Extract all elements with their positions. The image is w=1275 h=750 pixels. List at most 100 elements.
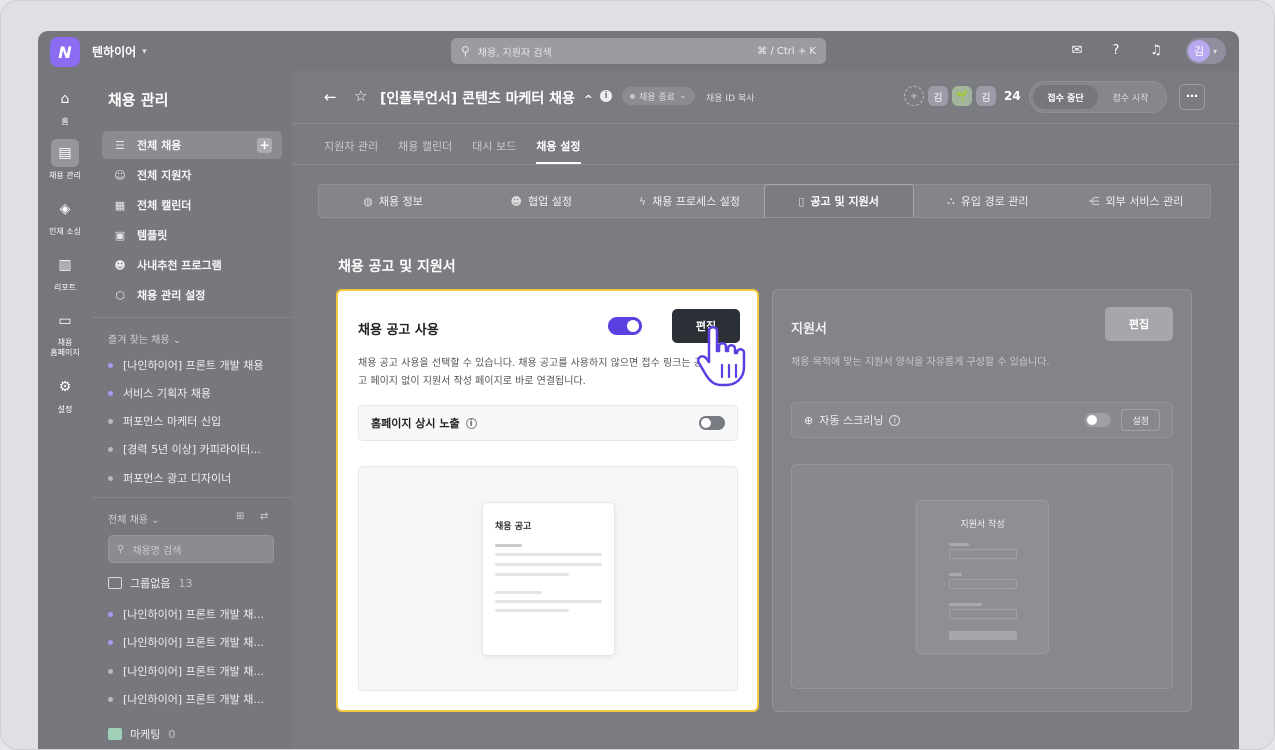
tab-applicants[interactable]: 지원자 관리	[324, 124, 378, 164]
job-label: [나인하이어] 프론트 개발 채...	[123, 636, 264, 649]
hand-pointer-icon	[697, 326, 746, 387]
grid-icon: ▣	[114, 228, 126, 242]
tab-label: 채용 정보	[378, 195, 423, 208]
group-marketing[interactable]: 마케팅 0	[108, 726, 175, 742]
auto-screening-toggle[interactable]	[1085, 413, 1112, 427]
rail-item-homepage[interactable]: ▭ 채용 홈페이지	[38, 307, 92, 358]
settings-tabs: ◍ 채용 정보 ☻ 협업 설정 ϟ 채용 프로세스 설정 ▯ 공고 및 지원서 …	[318, 184, 1211, 218]
settings-tab-collab[interactable]: ☻ 협업 설정	[467, 185, 615, 217]
share-icon: ⋲	[1088, 194, 1100, 208]
rail-item-settings[interactable]: ⚙ 설정	[38, 373, 92, 415]
copy-id-link[interactable]: 채용 ID 복사	[706, 91, 754, 104]
users-icon: ☻	[510, 194, 522, 208]
settings-tab-process[interactable]: ϟ 채용 프로세스 설정	[615, 185, 763, 217]
job-title[interactable]: [인플루언서] 콘텐츠 마케터 채용 ^	[380, 88, 593, 108]
rail-item-sourcing[interactable]: ◈ 인재 소싱	[38, 195, 92, 237]
rail-label: 설정	[57, 405, 73, 414]
sidebar-item-all-applicants[interactable]: ☺ 전체 지원자	[102, 161, 282, 189]
auto-screening-row: ⊕ 자동 스크리닝 i 설정	[791, 402, 1173, 438]
divider	[92, 497, 292, 498]
tab-dashboard[interactable]: 대시 보드	[472, 124, 516, 164]
add-member-icon[interactable]: +	[904, 86, 924, 106]
group-job-item[interactable]: [나인하이어] 프론트 개발 채...	[108, 691, 283, 707]
job-search-input[interactable]: ⚲ 채용명 검색	[108, 535, 274, 563]
group-label: 마케팅	[130, 728, 161, 741]
info-icon[interactable]: i	[889, 414, 901, 426]
global-search[interactable]: ⚲ 채용, 지원자 검색 ⌘ / Ctrl + K	[451, 38, 826, 64]
status-dot	[108, 390, 113, 396]
start-reception-button[interactable]: 접수 시작	[1098, 85, 1163, 109]
tab-calendar[interactable]: 채용 캘린더	[398, 124, 452, 164]
favorite-item[interactable]: 퍼포먼스 광고 디자이너	[108, 470, 283, 486]
sidebar-item-calendar[interactable]: ▦ 전체 캘린더	[102, 191, 282, 219]
group-job-item[interactable]: [나인하이어] 프론트 개발 채...	[108, 634, 283, 650]
text-line	[495, 609, 569, 612]
favorite-item[interactable]: 서비스 기획자 채용	[108, 385, 283, 401]
app-logo[interactable]: N	[50, 37, 80, 67]
settings-tab-external[interactable]: ⋲ 외부 서비스 관리	[1062, 185, 1210, 217]
rail-item-home[interactable]: ⌂ 홈	[38, 85, 92, 127]
stop-reception-button[interactable]: 접수 중단	[1033, 85, 1098, 109]
info-icon[interactable]: i	[465, 417, 477, 429]
settings-tab-posting[interactable]: ▯ 공고 및 지원서	[763, 184, 914, 217]
sidebar-item-label: 전체 채용	[137, 139, 182, 152]
settings-tab-info[interactable]: ◍ 채용 정보	[319, 185, 467, 217]
screening-settings-button[interactable]: 설정	[1121, 409, 1160, 431]
settings-tab-source[interactable]: ⛬ 유입 경로 관리	[914, 185, 1062, 217]
star-icon[interactable]: ☆	[354, 87, 367, 105]
top-bar: N 텐하이어 ▾ ⚲ 채용, 지원자 검색 ⌘ / Ctrl + K ✉ ? ♫…	[38, 31, 1239, 71]
status-dot	[108, 639, 113, 645]
list-icon: ☰	[115, 138, 125, 152]
rail-item-report[interactable]: ▥ 리포트	[38, 251, 92, 293]
chat-icon[interactable]: ✉	[1068, 42, 1086, 60]
help-icon[interactable]: ?	[1107, 42, 1125, 60]
member-avatar: 김	[976, 86, 996, 106]
sidebar-item-job-settings[interactable]: ⬡ 채용 관리 설정	[102, 281, 282, 309]
group-job-item[interactable]: [나인하이어] 프론트 개발 채...	[108, 663, 283, 679]
status-dot	[108, 696, 113, 702]
status-badge[interactable]: 채용 종료 ⌄	[622, 87, 695, 105]
status-dot	[108, 475, 113, 481]
sidebar-item-all-jobs[interactable]: ☰ 전체 채용 +	[102, 131, 282, 159]
reception-toggle: 접수 중단 접수 시작	[1029, 81, 1167, 113]
bell-icon[interactable]: ♫	[1147, 42, 1165, 60]
preview-title: 채용 공고	[495, 522, 532, 532]
group-job-item[interactable]: [나인하이어] 프론트 개발 채...	[108, 606, 283, 622]
sidebar-item-templates[interactable]: ▣ 템플릿	[102, 221, 282, 249]
workspace-switcher[interactable]: 텐하이어 ▾	[92, 43, 147, 60]
card-description: 채용 목적에 맞는 지원서 양식을 자유롭게 구성할 수 있습니다.	[791, 357, 1050, 368]
search-icon: ⚲	[461, 44, 470, 58]
sidebar-title: 채용 관리	[108, 91, 169, 109]
add-folder-icon[interactable]: ⊞	[236, 511, 244, 522]
tab-settings[interactable]: 채용 설정	[536, 124, 581, 164]
field-box	[949, 549, 1017, 559]
rail-label: 채용 관리	[49, 171, 81, 180]
info-icon[interactable]: i	[600, 90, 612, 102]
form-edit-button[interactable]: 편집	[1105, 307, 1173, 341]
favorite-item[interactable]: [경력 5년 이상] 카피라이터...	[108, 441, 283, 457]
rail-item-jobs[interactable]: ▤ 채용 관리	[38, 139, 92, 181]
favorite-item[interactable]: 퍼포먼스 마케터 신입	[108, 413, 283, 429]
user-avatar-menu[interactable]: 김 ▾	[1186, 38, 1226, 64]
text-line	[495, 563, 602, 566]
member-list[interactable]: + 김 🌱 김 24	[904, 86, 1021, 106]
chevron-down-icon: ⌄	[172, 335, 182, 346]
group-none[interactable]: 그룹없음 13	[108, 575, 192, 591]
favorites-header[interactable]: 즐겨 찾는 채용 ⌄	[108, 331, 181, 346]
posting-doc-illustration: 채용 공고	[482, 502, 615, 656]
add-job-button[interactable]: +	[257, 137, 272, 153]
all-jobs-header[interactable]: 전체 채용 ⌄	[108, 511, 160, 526]
screening-icon: ⊕	[804, 413, 814, 427]
posting-toggle[interactable]	[608, 317, 642, 335]
more-icon[interactable]: ⋯	[1179, 84, 1205, 110]
back-arrow-icon[interactable]: ←	[324, 88, 337, 106]
favorite-label: 서비스 기획자 채용	[123, 387, 211, 400]
homepage-expose-toggle[interactable]	[699, 416, 725, 430]
status-dot	[108, 668, 113, 674]
search-icon: ⚲	[117, 543, 125, 555]
sidebar-item-referral[interactable]: ☻ 사내추천 프로그램	[102, 251, 282, 279]
sidebar-item-label: 템플릿	[137, 229, 168, 242]
filter-icon[interactable]: ⇄	[260, 511, 268, 522]
job-label: [나인하이어] 프론트 개발 채...	[123, 665, 264, 678]
favorite-item[interactable]: [나인하이어] 프론트 개발 채용	[108, 357, 283, 373]
